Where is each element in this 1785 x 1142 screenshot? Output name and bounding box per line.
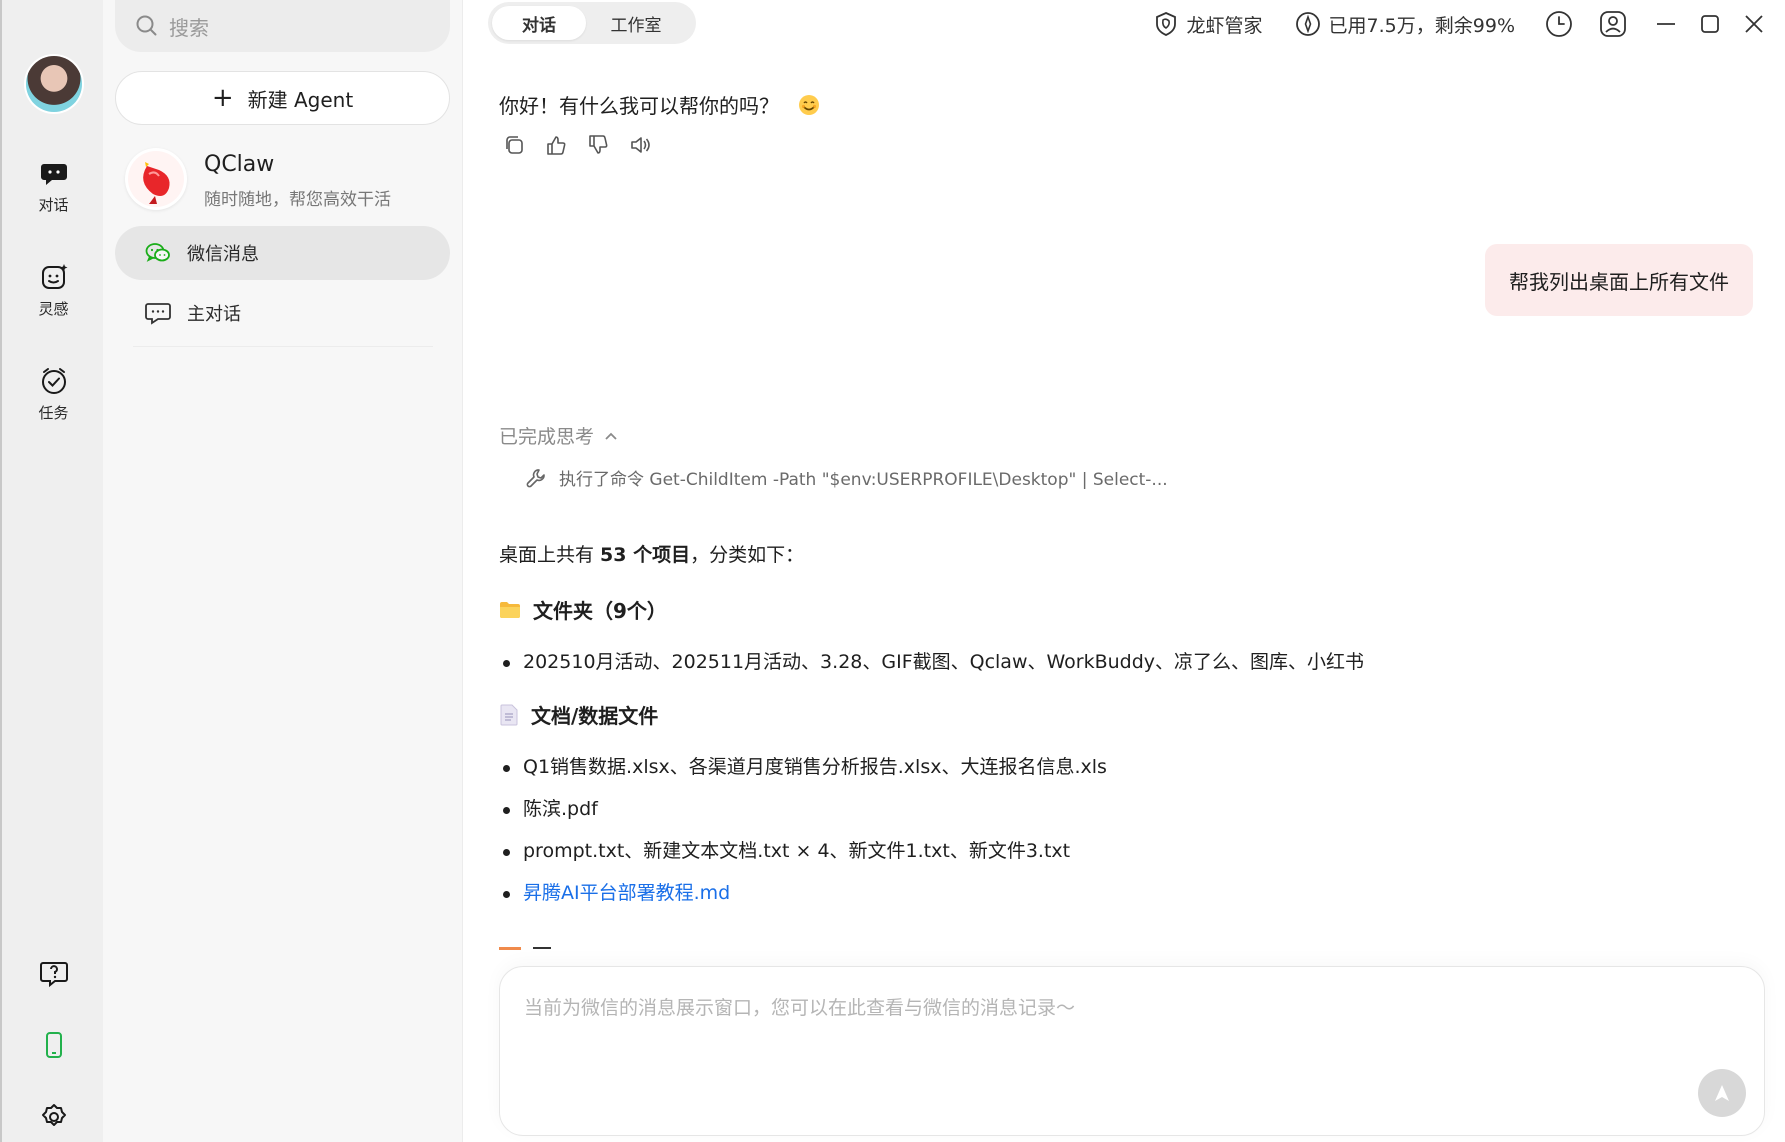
- list-item: Q1销售数据.xlsx、各渠道月度销售分析报告.xlsx、大连报名信息.xls: [499, 755, 1739, 779]
- input-placeholder: 当前为微信的消息展示窗口，您可以在此查看与微信的消息记录～: [524, 997, 1076, 1019]
- maximize-icon: [1701, 15, 1719, 33]
- new-agent-button[interactable]: + 新建 Agent: [115, 71, 450, 125]
- inspiration-icon: [41, 264, 67, 289]
- usage-label: 已用7.5万，剩余99%: [1328, 14, 1515, 37]
- rail-item-inspiration[interactable]: 灵感: [2, 262, 105, 319]
- send-arrow-icon: [1715, 1085, 1729, 1101]
- smile-emoji-icon: [799, 95, 820, 115]
- copy-icon[interactable]: [503, 134, 525, 156]
- agent-name: QClaw: [204, 152, 275, 177]
- summary-count: 53 个项目: [600, 544, 691, 566]
- rail-item-task[interactable]: 任务: [2, 366, 105, 423]
- minimize-button[interactable]: [1655, 13, 1677, 35]
- sidebar: 搜索 + 新建 Agent QClaw 随时随地，帮您高效干活 微信消息 主对话: [103, 0, 463, 1142]
- wechat-icon: [145, 243, 170, 262]
- section-title-folders: 文件夹（9个）: [533, 599, 667, 623]
- rail-label-chat: 对话: [38, 196, 69, 214]
- tab-chat[interactable]: 对话: [492, 6, 586, 40]
- conversation-label-main: 主对话: [187, 304, 241, 325]
- search-bar[interactable]: 搜索: [115, 0, 450, 52]
- search-placeholder: 搜索: [169, 15, 209, 40]
- task-clock-icon: [41, 368, 66, 394]
- section-heading-folders: 文件夹（9个）: [499, 595, 1739, 624]
- file-link[interactable]: 昇腾AI平台部署教程.md: [523, 882, 730, 904]
- user-message-text: 帮我列出桌面上所有文件: [1509, 269, 1729, 294]
- history-button[interactable]: [1545, 10, 1573, 38]
- conversation-wechat[interactable]: 微信消息: [115, 226, 450, 280]
- phone-button[interactable]: [2, 1030, 105, 1060]
- topbar-right: 龙虾管家 已用7.5万，剩余99%: [1121, 10, 1765, 38]
- settings-button[interactable]: [2, 1102, 105, 1132]
- conversation-label-wechat: 微信消息: [187, 244, 259, 265]
- minimize-icon: [1657, 23, 1675, 25]
- summary-suffix: ，分类如下：: [690, 544, 805, 566]
- shield-lobster-icon: [1155, 12, 1176, 36]
- list-item: 昇腾AI平台部署教程.md: [499, 881, 1739, 905]
- agent-subtitle: 随时随地，帮您高效干活: [204, 190, 391, 210]
- help-button[interactable]: [2, 958, 105, 988]
- thumbs-up-icon[interactable]: [545, 134, 567, 156]
- section-heading-documents: 文档/数据文件: [499, 700, 1739, 729]
- speaker-icon[interactable]: [629, 134, 651, 156]
- thumbs-down-icon[interactable]: [587, 134, 609, 156]
- message-actions: [503, 134, 671, 156]
- folder-list: 202510月活动、202511月活动、3.28、GIF截图、Qclaw、Wor…: [499, 650, 1739, 674]
- account-button[interactable]: [1599, 10, 1627, 38]
- usage-icon: [1295, 12, 1320, 36]
- message-input[interactable]: 当前为微信的消息展示窗口，您可以在此查看与微信的消息记录～: [499, 966, 1765, 1136]
- left-rail: 对话 灵感 任务: [0, 0, 103, 1142]
- list-item: prompt.txt、新建文本文档.txt × 4、新文件1.txt、新文件3.…: [499, 839, 1739, 863]
- tool-call-line[interactable]: 执行了命令 Get-ChildItem -Path "$env:USERPROF…: [525, 465, 1168, 490]
- chat-icon: [40, 164, 67, 185]
- agent-card[interactable]: QClaw 随时随地，帮您高效干活: [125, 148, 445, 212]
- search-icon: [136, 15, 157, 36]
- list-item: 202510月活动、202511月活动、3.28、GIF截图、Qclaw、Wor…: [499, 650, 1739, 674]
- avatar[interactable]: [26, 56, 82, 112]
- rail-item-chat[interactable]: 对话: [2, 158, 105, 215]
- tool-call-text: 执行了命令 Get-ChildItem -Path "$env:USERPROF…: [559, 470, 1168, 490]
- conversation-main[interactable]: 主对话: [115, 286, 450, 340]
- divider: [133, 346, 433, 347]
- manager-button[interactable]: 龙虾管家: [1153, 11, 1263, 38]
- phone-icon: [45, 1032, 62, 1058]
- mode-tabs: 对话 工作室: [488, 2, 696, 44]
- list-item: 陈滨.pdf: [499, 797, 1739, 821]
- user-icon: [1600, 11, 1626, 37]
- user-message: 帮我列出桌面上所有文件: [1485, 244, 1753, 316]
- send-button[interactable]: [1698, 1069, 1746, 1117]
- thinking-toggle[interactable]: 已完成思考: [499, 422, 618, 449]
- chevron-up-icon: [605, 432, 617, 440]
- rail-label-inspiration: 灵感: [38, 300, 69, 318]
- answer-summary: 桌面上共有 53 个项目，分类如下：: [499, 540, 1739, 567]
- section-title-documents: 文档/数据文件: [531, 704, 659, 728]
- clock-icon: [1546, 11, 1572, 37]
- assistant-answer: 桌面上共有 53 个项目，分类如下： 文件夹（9个） 202510月活动、202…: [499, 540, 1739, 931]
- manager-label: 龙虾管家: [1186, 14, 1263, 37]
- next-section-peek: [499, 947, 551, 950]
- close-button[interactable]: [1743, 13, 1765, 35]
- thinking-label: 已完成思考: [499, 426, 595, 448]
- usage-indicator[interactable]: 已用7.5万，剩余99%: [1295, 11, 1515, 38]
- folder-icon: [499, 600, 521, 620]
- maximize-button[interactable]: [1699, 13, 1721, 35]
- document-list: Q1销售数据.xlsx、各渠道月度销售分析报告.xlsx、大连报名信息.xls …: [499, 755, 1739, 905]
- plus-icon: +: [211, 83, 234, 113]
- help-icon: [39, 962, 68, 988]
- chat-bubble-icon: [145, 303, 171, 325]
- qclaw-logo: [125, 148, 187, 210]
- close-icon: [1745, 15, 1763, 33]
- tab-studio[interactable]: 工作室: [586, 6, 686, 40]
- wrench-icon: [526, 468, 545, 487]
- settings-icon: [41, 1104, 66, 1126]
- greeting-text: 你好！有什么我可以帮你的吗？: [499, 94, 779, 118]
- assistant-greeting: 你好！有什么我可以帮你的吗？: [499, 90, 821, 119]
- chat-area: 你好！有什么我可以帮你的吗？ 帮我列出桌面上所有文件 已完成思考 执行了命令 G…: [463, 52, 1785, 952]
- rail-label-task: 任务: [38, 404, 69, 422]
- new-agent-label: 新建 Agent: [247, 87, 354, 112]
- document-icon: [499, 704, 519, 726]
- summary-prefix: 桌面上共有: [499, 544, 601, 566]
